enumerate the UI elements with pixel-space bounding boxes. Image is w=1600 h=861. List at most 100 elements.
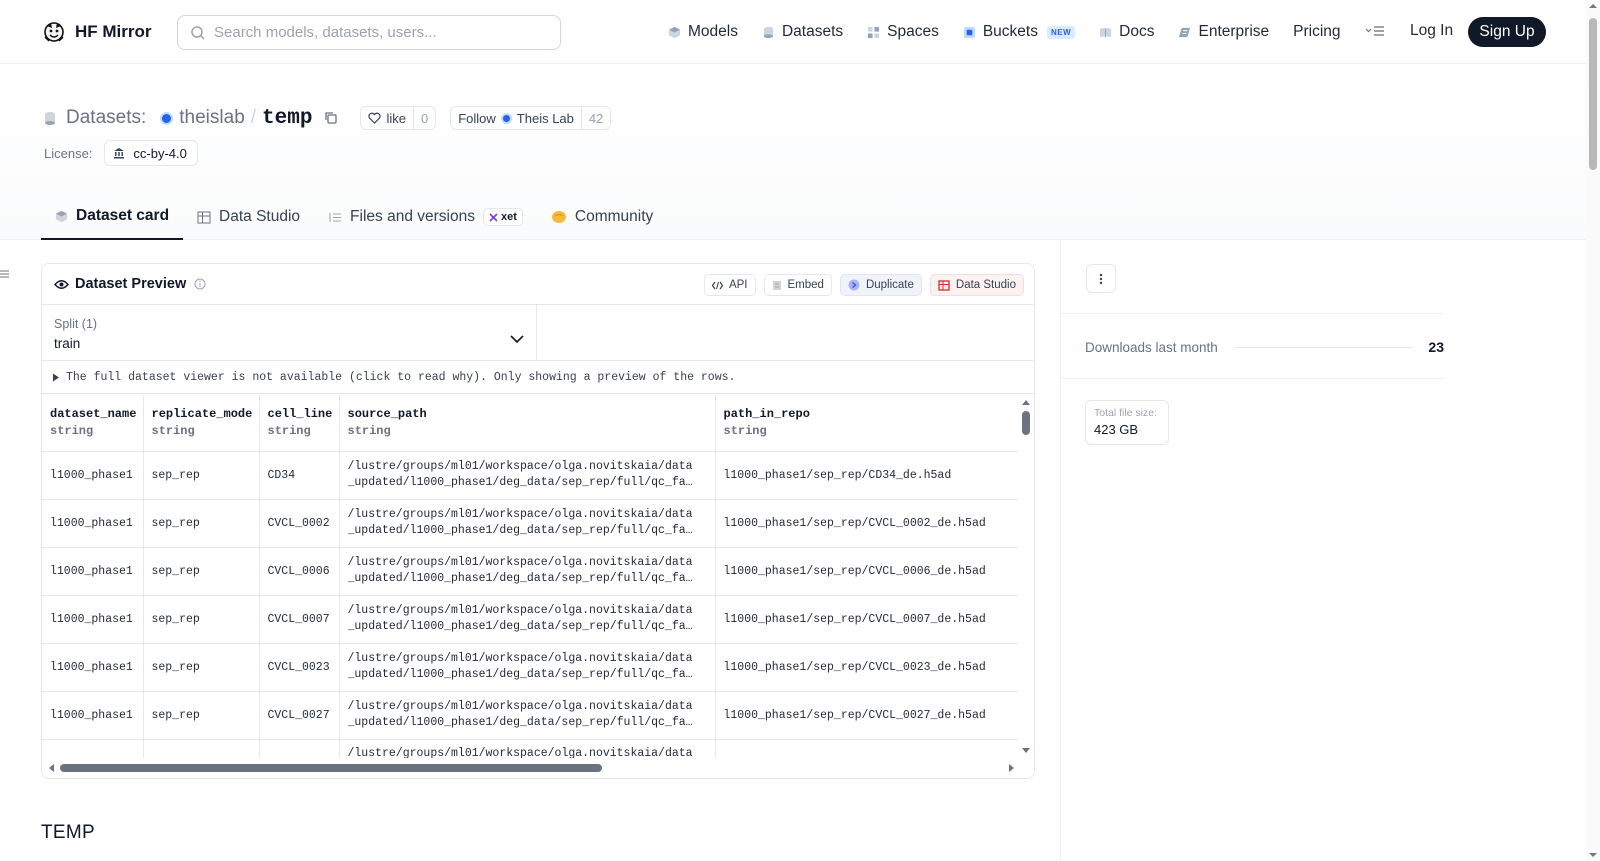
file-size-chip: Total file size: 423 GB xyxy=(1085,400,1169,445)
follow-button-group[interactable]: Follow Theis Lab 42 xyxy=(450,106,612,130)
table-vertical-scrollbar[interactable] xyxy=(1018,395,1034,758)
enterprise-icon xyxy=(1179,27,1191,37)
search-input[interactable] xyxy=(214,24,544,41)
card-heading: TEMP xyxy=(41,822,95,843)
downloads-leader-line xyxy=(1233,346,1413,348)
page-scroll-up-icon[interactable] xyxy=(1586,2,1600,10)
cell-cell-line: CD34 xyxy=(259,451,340,500)
follow-button[interactable]: Follow Theis Lab xyxy=(451,107,581,129)
tab-files-label: Files and versions xyxy=(350,208,475,225)
viewer-notice[interactable]: The full dataset viewer is not available… xyxy=(42,361,1034,394)
follower-count[interactable]: 42 xyxy=(580,107,610,129)
duplicate-label: Duplicate xyxy=(865,279,914,291)
list-icon xyxy=(0,270,9,278)
spaces-icon xyxy=(868,26,880,38)
data-table-viewport[interactable]: dataset_name string replicate_mode string … xyxy=(42,395,1018,758)
like-count[interactable]: 0 xyxy=(412,107,435,129)
repo-type-label[interactable]: Datasets: xyxy=(66,107,146,129)
tab-data-studio[interactable]: Data Studio xyxy=(183,194,314,240)
nav-enterprise[interactable]: Enterprise xyxy=(1178,23,1269,41)
cell-dataset-name xyxy=(42,739,144,758)
like-button[interactable]: like xyxy=(361,107,413,129)
nav-docs-label: Docs xyxy=(1119,23,1155,40)
page-scrollbar[interactable] xyxy=(1586,0,1600,861)
nav-models[interactable]: Models xyxy=(668,23,738,41)
toc-toggle[interactable] xyxy=(0,268,9,282)
vertical-scroll-thumb[interactable] xyxy=(1022,411,1030,435)
column-header[interactable]: path_in_repo string xyxy=(715,395,1018,452)
cell-source-path: /lustre/groups/ml01/workspace/olga.novit… xyxy=(339,595,716,644)
dataset-preview: Dataset Preview API Embed Duplicate Data… xyxy=(41,263,1035,779)
xet-label: xet xyxy=(500,211,517,223)
horizontal-scroll-thumb[interactable] xyxy=(60,764,602,772)
column-header[interactable]: dataset_name string xyxy=(42,395,144,452)
file-size-value: 423 GB xyxy=(1094,422,1139,437)
copy-icon[interactable] xyxy=(324,111,338,125)
column-header[interactable]: cell_line string xyxy=(259,395,340,452)
nav-spaces[interactable]: Spaces xyxy=(867,23,939,41)
table-row[interactable]: l1000_phase1 sep_rep CVCL_0006 /lustre/g… xyxy=(42,547,1018,596)
repo-owner-link[interactable]: theislab xyxy=(179,107,245,129)
column-header[interactable]: source_path string xyxy=(339,395,716,452)
repo-name-link[interactable]: temp xyxy=(262,107,312,130)
like-button-group[interactable]: like 0 xyxy=(360,106,437,130)
tab-community[interactable]: Community xyxy=(537,194,667,240)
table-row[interactable]: l1000_phase1 sep_rep CD34 /lustre/groups… xyxy=(42,451,1018,500)
file-size-label: Total file size: xyxy=(1094,407,1158,419)
scroll-right-icon[interactable] xyxy=(1008,762,1016,774)
hf-logo-icon xyxy=(44,22,64,42)
global-search[interactable] xyxy=(177,15,561,50)
scroll-left-icon[interactable] xyxy=(47,762,55,774)
brand-logo[interactable]: HF Mirror xyxy=(42,20,152,44)
nav-docs[interactable]: Docs xyxy=(1099,23,1154,41)
nav-enterprise-label: Enterprise xyxy=(1198,23,1270,40)
cell-dataset-name: l1000_phase1 xyxy=(42,451,144,500)
datasets-icon xyxy=(763,26,774,38)
signup-button[interactable]: Sign Up xyxy=(1468,17,1546,47)
nav-datasets[interactable]: Datasets xyxy=(762,23,843,41)
table-row[interactable]: l1000_phase1 sep_rep CVCL_0007 /lustre/g… xyxy=(42,595,1018,644)
owner-avatar[interactable] xyxy=(160,111,174,125)
downloads-label: Downloads last month xyxy=(1085,339,1218,355)
cell-source-path: /lustre/groups/ml01/workspace/olga.novit… xyxy=(339,739,716,758)
login-link[interactable]: Log In xyxy=(1410,22,1453,40)
cell-replicate-mode: sep_rep xyxy=(143,595,260,644)
page-scroll-thumb[interactable] xyxy=(1589,18,1597,170)
cell-source-path: /lustre/groups/ml01/workspace/olga.novit… xyxy=(339,643,716,692)
info-icon[interactable] xyxy=(194,278,206,290)
community-icon xyxy=(551,211,566,223)
cell-replicate-mode: sep_rep xyxy=(143,643,260,692)
split-select[interactable]: Split (1) train xyxy=(42,305,537,360)
duplicate-button[interactable]: Duplicate xyxy=(839,274,922,296)
column-header[interactable]: replicate_mode string xyxy=(143,395,260,452)
license-tag[interactable]: cc-by-4.0 xyxy=(104,140,198,166)
nav-buckets-label: Buckets xyxy=(982,23,1038,40)
nav-pricing[interactable]: Pricing xyxy=(1293,23,1340,41)
triangle-right-icon xyxy=(53,373,59,381)
cell-source-path: /lustre/groups/ml01/workspace/olga.novit… xyxy=(339,499,716,548)
more-menu-button[interactable] xyxy=(1365,24,1385,40)
split-label: Split (1) xyxy=(54,317,98,331)
institution-icon xyxy=(114,148,125,159)
nav-buckets[interactable]: Buckets NEW xyxy=(963,23,1076,41)
data-studio-button[interactable]: Data Studio xyxy=(929,274,1024,296)
page-scroll-down-icon[interactable] xyxy=(1586,851,1600,859)
preview-actions: API Embed Duplicate Data Studio xyxy=(703,274,1024,296)
viewer-notice-text: The full dataset viewer is not available… xyxy=(66,370,736,384)
table-row[interactable]: l1000_phase1 sep_rep CVCL_0023 /lustre/g… xyxy=(42,643,1018,692)
tab-dataset-card[interactable]: Dataset card xyxy=(41,194,184,240)
table-row[interactable]: l1000_phase1 sep_rep CVCL_0002 /lustre/g… xyxy=(42,499,1018,548)
more-options-button[interactable] xyxy=(1086,264,1116,293)
scroll-up-icon[interactable] xyxy=(1018,398,1034,406)
table-row[interactable]: l1000_phase1 sep_rep CVCL_0027 /lustre/g… xyxy=(42,691,1018,740)
scroll-down-icon[interactable] xyxy=(1018,747,1034,755)
tab-files-and-versions[interactable]: Files and versions xet xyxy=(314,194,537,240)
api-button[interactable]: API xyxy=(703,274,756,296)
license-label: License: xyxy=(44,145,93,161)
split-value: train xyxy=(54,336,81,351)
embed-button[interactable]: Embed xyxy=(763,274,832,296)
duplicate-icon xyxy=(848,279,860,291)
cell-path-in-repo: l1000_phase1/sep_rep/CVCL_0002_de.h5ad xyxy=(715,499,1018,548)
table-horizontal-scrollbar[interactable] xyxy=(42,758,1018,778)
table-row[interactable]: /lustre/groups/ml01/workspace/olga.novit… xyxy=(42,739,1018,758)
